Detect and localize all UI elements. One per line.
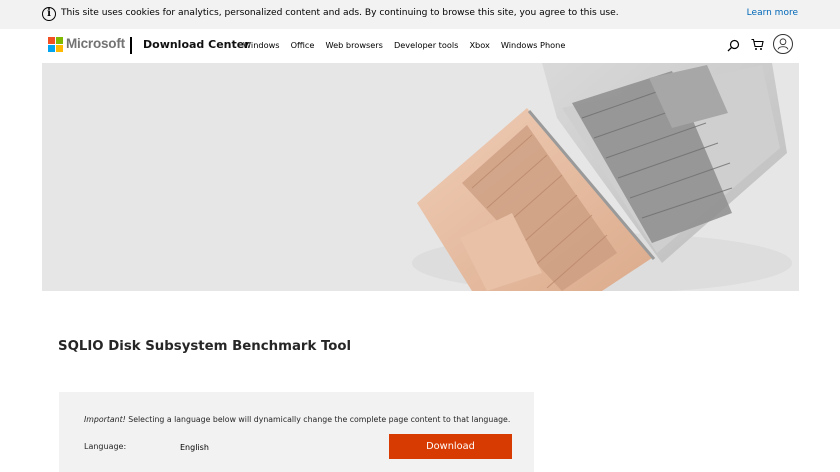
cookie-message: This site uses cookies for analytics, pe… — [61, 8, 619, 18]
cart-icon[interactable] — [751, 38, 764, 51]
hero-banner — [42, 63, 799, 291]
nav-xbox[interactable]: Xbox — [469, 40, 489, 50]
header-divider — [130, 37, 132, 54]
download-panel: Important! Selecting a language below wi… — [59, 392, 534, 472]
language-select[interactable]: English — [180, 443, 209, 452]
nav-windows[interactable]: Windows — [243, 40, 280, 50]
nav-web-browsers[interactable]: Web browsers — [325, 40, 382, 50]
learn-more-link[interactable]: Learn more — [747, 8, 798, 18]
language-label: Language: — [84, 442, 127, 451]
main-nav: Windows Office Web browsers Developer to… — [243, 40, 576, 50]
microsoft-wordmark[interactable]: Microsoft — [66, 36, 125, 51]
nav-developer-tools[interactable]: Developer tools — [394, 40, 458, 50]
page-title: SQLIO Disk Subsystem Benchmark Tool — [58, 339, 352, 354]
search-icon[interactable] — [727, 39, 740, 52]
note-emphasis: Important! — [84, 415, 126, 424]
nav-windows-phone[interactable]: Windows Phone — [501, 40, 566, 50]
account-icon[interactable] — [773, 34, 793, 54]
info-icon: i — [42, 7, 56, 21]
microsoft-logo-icon[interactable] — [48, 37, 63, 52]
download-button[interactable]: Download — [389, 434, 512, 459]
language-note: Important! Selecting a language below wi… — [84, 415, 510, 424]
cookie-banner: i This site uses cookies for analytics, … — [0, 0, 840, 29]
laptops-image — [412, 63, 792, 291]
note-text: Selecting a language below will dynamica… — [125, 415, 511, 424]
site-header: Microsoft Download Center Windows Office… — [0, 29, 840, 62]
nav-office[interactable]: Office — [291, 40, 315, 50]
download-center-link[interactable]: Download Center — [143, 38, 250, 51]
